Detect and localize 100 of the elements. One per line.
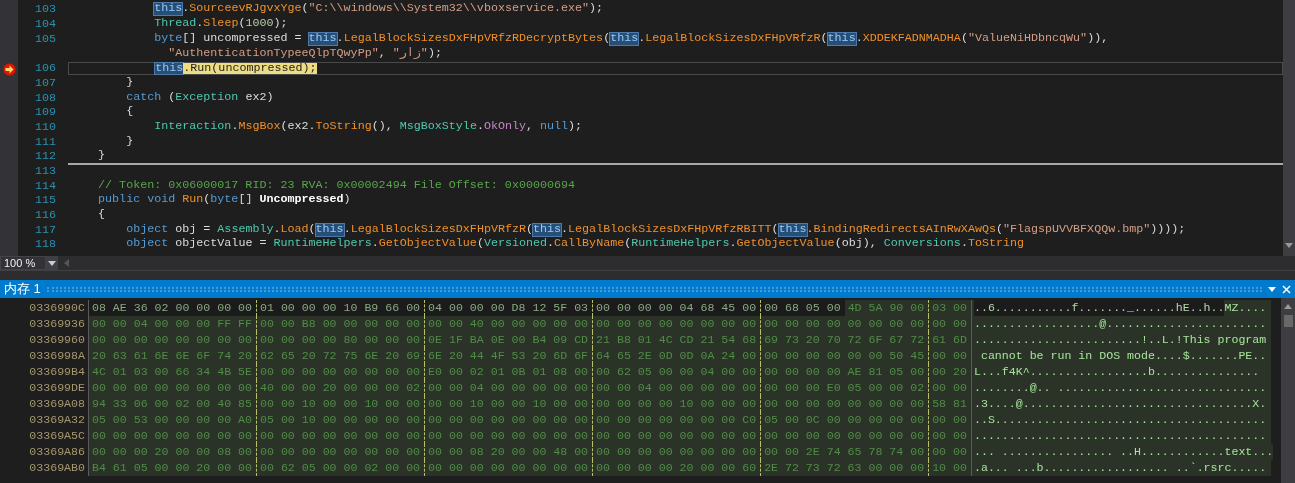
- code-line: object objectValue = RuntimeHelpers.GetObjectValue(Versioned.CallByName(RuntimeHelpers.GetObjectValue(obj), Conversions.ToString: [125, 238, 1025, 251]
- code-line: }: [125, 135, 135, 148]
- hex-bytes: 00 00 00 00 00 00 50 45: [760, 348, 929, 364]
- hex-bytes: 00 00: [928, 348, 971, 364]
- hex-bytes: 00 00 00 00 AE 81 05 00: [760, 364, 929, 380]
- hex-bytes: 10 00: [928, 460, 971, 476]
- hex-bytes: 00 00 00 00 00 00 00 00: [592, 428, 761, 444]
- vertical-scrollbar[interactable]: [1283, 0, 1295, 256]
- hex-bytes: 00 00 00 00 10 00 00 00: [592, 396, 761, 412]
- line-number: 109: [34, 105, 56, 120]
- vertical-scrollbar[interactable]: [1281, 298, 1295, 483]
- hex-bytes: 00 00: [928, 428, 971, 444]
- hex-bytes: 05 00 53 00 00 00 00 A0: [89, 412, 257, 428]
- line-number: 111: [34, 134, 56, 149]
- hex-bytes: 00 00 00 00 00 00 00 00: [256, 364, 425, 380]
- code-line: Interaction.MsgBox(ex2.ToString(), MsgBoxStyle.OkOnly, null);: [153, 120, 584, 134]
- memory-address: 03369936: [29, 318, 85, 330]
- hex-bytes: 58 81: [928, 396, 971, 412]
- hex-bytes: 00 00 2E 74 65 78 74 00: [760, 444, 929, 460]
- ascii-text: ... ................ ..H............text...: [974, 444, 1274, 460]
- memory-address: 03369A5C: [29, 430, 85, 442]
- zoom-caret-button[interactable]: [46, 256, 58, 270]
- caret-icon: [1268, 286, 1276, 292]
- hex-bytes: 05 00 0C 00 00 00 00 00: [760, 412, 929, 428]
- hex-bytes: 00 00 00 00 20 00 00 60: [592, 460, 761, 476]
- hex-bytes: 21 B8 01 4C CD 21 54 68: [592, 332, 761, 348]
- hex-bytes: E0 00 02 01 0B 01 08 00: [424, 364, 593, 380]
- hex-bytes: 0E 1F BA 0E 00 B4 09 CD: [424, 332, 593, 348]
- hex-bytes: 00 00 10 00 00 10 00 00: [424, 396, 593, 412]
- hex-bytes: 94 33 06 00 02 00 40 85: [89, 396, 257, 412]
- line-number: 103: [34, 2, 56, 17]
- ascii-text: ........................!..L.!This program: [974, 332, 1267, 348]
- hex-bytes: 00 00 00 00 00 00 00 00: [424, 460, 593, 476]
- hex-bytes: 05 00 10 00 00 00 00 00: [256, 412, 425, 428]
- hex-bytes: 40 00 00 20 00 00 00 02: [256, 380, 425, 396]
- hex-bytes: 00 00 00 00 00 00 00 00: [760, 428, 929, 444]
- line-number: 114: [34, 178, 56, 193]
- breakpoint-arrow-icon: [2, 62, 16, 76]
- line-number: 117: [34, 222, 56, 237]
- memory-address: 033699B4: [29, 366, 85, 378]
- hex-bytes: 61 6D: [928, 332, 971, 348]
- code-line: Thread.Sleep(1000);: [153, 17, 289, 31]
- hex-bytes: 62 65 20 72 75 6E 20 69: [256, 348, 425, 364]
- scroll-left-icon: [63, 259, 69, 267]
- zoom-dropdown[interactable]: 100 %: [0, 256, 46, 270]
- memory-address: 0336998A: [29, 350, 85, 362]
- hex-bytes: 00 00 00 00 00 00 00 00: [760, 316, 929, 332]
- code-line: public void Run(byte[] Uncompressed): [97, 193, 352, 207]
- scroll-up-icon: [1284, 304, 1292, 309]
- memory-address: 0336990C: [29, 302, 85, 314]
- hex-bytes: 00 00: [928, 444, 971, 460]
- hex-bytes: 00 00: [928, 412, 971, 428]
- line-number: 107: [34, 75, 56, 90]
- ascii-text: ..6...........f......._......hE..h..: [974, 300, 1225, 316]
- memory-address: 03369960: [29, 334, 85, 346]
- line-number: 118: [34, 237, 56, 252]
- code-line: this.SourceevRJgvxYge("C:\\windows\\System32\\vboxservice.exe");: [153, 3, 605, 16]
- scrollbar-thumb[interactable]: [1283, 315, 1293, 327]
- code-line: catch (Exception ex2): [125, 91, 275, 104]
- hex-bytes: 00 00 04 00 00 00 00 00: [424, 380, 593, 396]
- hex-bytes: 00 00 00 00 00 00 00 00: [592, 444, 761, 460]
- hex-bytes: 00 00 00 00 00 00 00 00: [424, 412, 593, 428]
- code-line: }: [97, 149, 107, 163]
- hex-bytes: 00 00: [928, 380, 971, 396]
- memory-address: 033699DE: [29, 382, 85, 394]
- line-number: 116: [34, 208, 56, 223]
- hex-bytes: 2E 72 73 72 63 00 00 00: [760, 460, 929, 476]
- hex-bytes: 00 00 00 00 00 00 00 C0: [592, 412, 761, 428]
- memory-address: 03369A86: [29, 446, 85, 458]
- hex-bytes: 03 00: [928, 300, 971, 316]
- ascii-text: .3....@.................................X.: [974, 396, 1267, 412]
- hex-bytes: 00 00 08 20 00 00 48 00: [424, 444, 593, 460]
- ascii-text: ..................@.......................: [974, 316, 1267, 332]
- hex-bytes: 00 00 00 00 00 00 00 00: [89, 380, 257, 396]
- hex-bytes: 6E 20 44 4F 53 20 6D 6F: [424, 348, 593, 364]
- hex-bytes: 00 00 04 00 00 00 FF FF: [89, 316, 257, 332]
- window-title: 内存 1: [4, 280, 41, 299]
- hex-bytes: 64 65 2E 0D 0D 0A 24 00: [592, 348, 761, 364]
- breakpoint-margin[interactable]: [0, 0, 18, 256]
- code-line: // Token: 0x06000017 RID: 23 RVA: 0x00002494 File Offset: 0x00000694: [97, 179, 576, 192]
- hex-bytes: 00 20: [928, 364, 971, 380]
- code-line: }: [125, 76, 135, 90]
- hex-bytes: 00 00 00 00 00 00 00 00: [424, 428, 593, 444]
- hex-bytes: 00 00 00 20 00 00 08 00: [89, 444, 257, 460]
- hex-bytes: 69 73 20 70 72 6F 67 72: [760, 332, 929, 348]
- hex-bytes: 00 62 05 00 00 04 00 00: [592, 364, 761, 380]
- memory-address: 03369A08: [29, 398, 85, 410]
- hex-bytes: 00 00 04 00 00 00 00 00: [592, 380, 761, 396]
- hex-bytes: 00 00: [928, 316, 971, 332]
- close-icon[interactable]: [1282, 284, 1291, 294]
- code-line: {: [125, 105, 135, 119]
- code-line: {: [97, 208, 107, 222]
- hex-bytes: 00 00 00 00 00 00 00 00: [256, 428, 425, 444]
- line-number: 110: [34, 120, 56, 134]
- hex-bytes: 4D 5A 90 00: [844, 300, 929, 316]
- hex-bytes: 00 00 00 00 80 00 00 00: [256, 332, 425, 348]
- hex-bytes: B4 61 05 00 00 20 00 00: [89, 460, 257, 476]
- hex-bytes: 00 00 00 00 00 00 00 00: [89, 428, 257, 444]
- hex-bytes: 20 63 61 6E 6E 6F 74 20: [89, 348, 257, 364]
- line-number: 106: [34, 61, 56, 76]
